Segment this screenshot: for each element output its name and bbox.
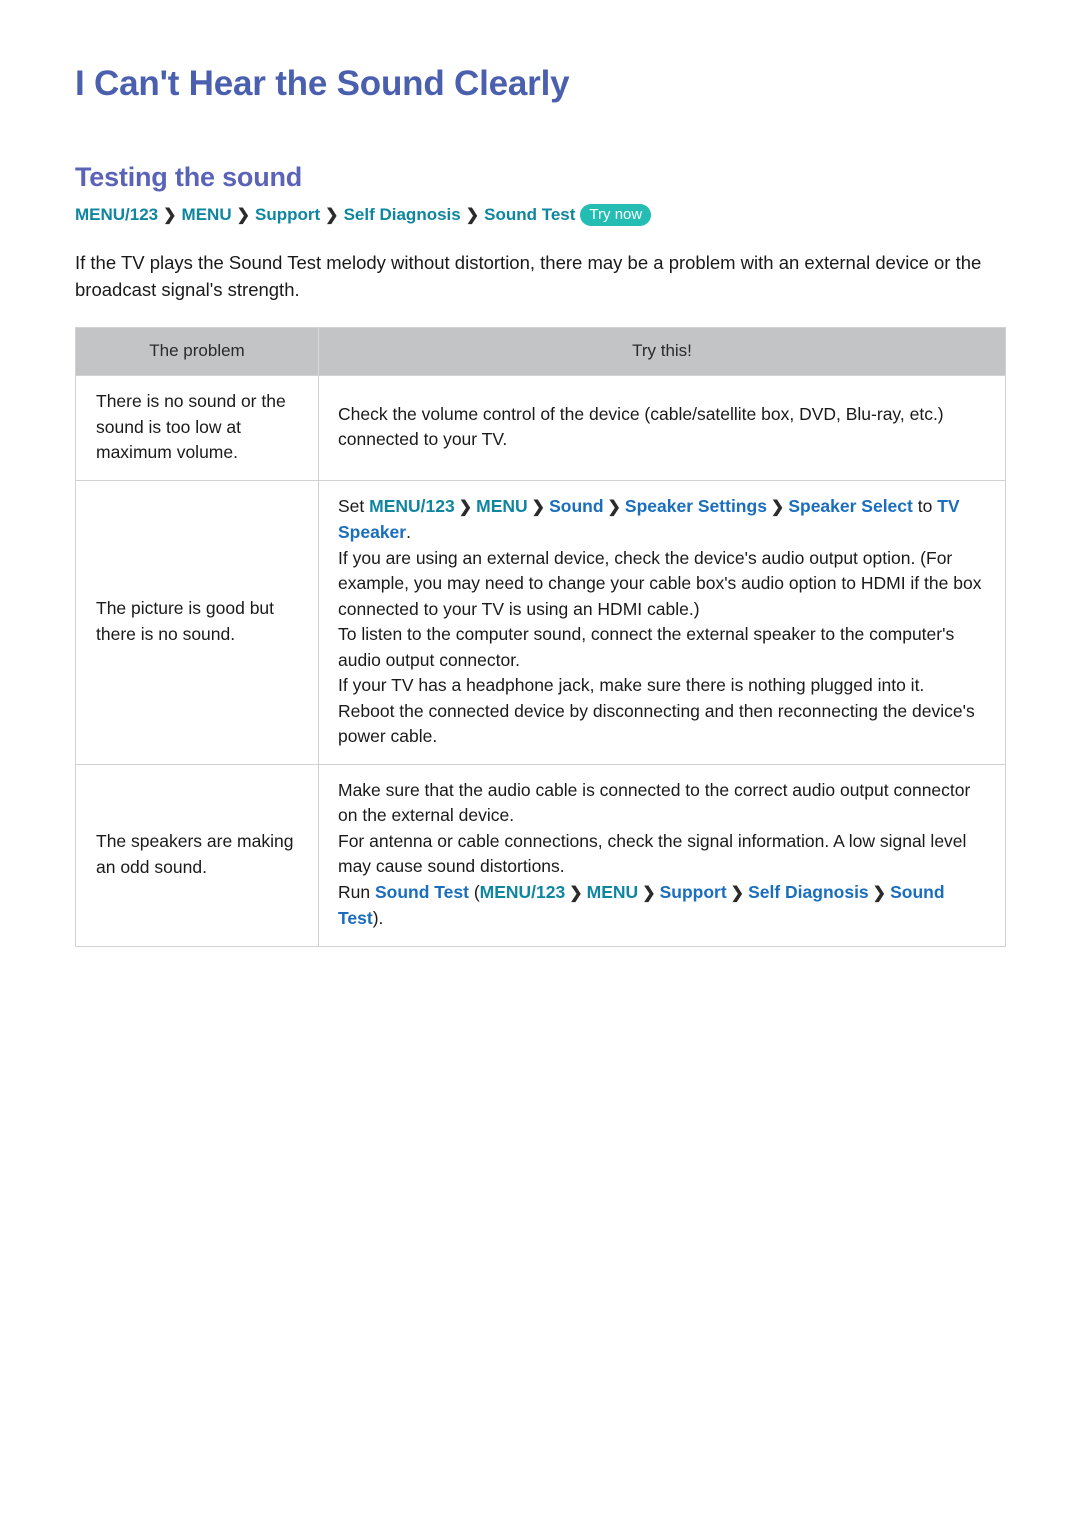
menu-path-separator-icon: ❯ xyxy=(569,884,583,902)
problem-cell: The picture is good but there is no soun… xyxy=(75,479,319,764)
problem-cell: There is no sound or the sound is too lo… xyxy=(75,375,319,480)
breadcrumb-item[interactable]: Self Diagnosis xyxy=(344,205,461,224)
troubleshooting-table: The problem Try this! There is no sound … xyxy=(75,327,1006,947)
menu-path-separator-icon: ❯ xyxy=(458,498,473,516)
breadcrumb-item[interactable]: Support xyxy=(255,205,320,224)
solution-line: Make sure that the audio cable is connec… xyxy=(338,779,971,826)
menu-path-token[interactable]: Sound Test xyxy=(375,882,469,902)
try-now-badge[interactable]: Try now xyxy=(580,204,652,226)
menu-path-token[interactable]: Support xyxy=(660,882,727,902)
document-page: I Can't Hear the Sound Clearly Testing t… xyxy=(0,0,1080,1527)
solution-line: Reboot the connected device by disconnec… xyxy=(338,700,975,747)
menu-path-token: ( xyxy=(468,881,480,902)
breadcrumb-separator-icon: ❯ xyxy=(236,207,251,224)
breadcrumb-item[interactable]: Sound Test xyxy=(484,205,575,224)
breadcrumb-separator-icon: ❯ xyxy=(465,207,480,224)
menu-path-token[interactable]: MENU/123 xyxy=(480,882,566,902)
solution-line: To listen to the computer sound, connect… xyxy=(338,624,955,670)
solution-line: If you are using an external device, che… xyxy=(338,547,982,619)
breadcrumb: MENU/123 ❯ MENU ❯ Support ❯ Self Diagnosis ❯ Sou… xyxy=(75,203,1005,228)
menu-path-line: Run Sound Test (MENU/123 ❯ MENU ❯ Support ❯ Se… xyxy=(338,880,985,932)
menu-path-token[interactable]: Sound xyxy=(549,496,603,516)
breadcrumb-item[interactable]: MENU/123 xyxy=(75,205,158,224)
section-title: Testing the sound xyxy=(75,162,303,192)
table-header-row: The problem Try this! xyxy=(75,327,1006,376)
solution-line: For antenna or cable connections, check … xyxy=(338,830,967,877)
menu-path-prefix: Set xyxy=(338,495,370,516)
menu-path-token: ). xyxy=(372,908,384,928)
menu-path-token[interactable]: Speaker Select xyxy=(788,496,913,516)
menu-path-prefix: Run xyxy=(338,881,375,902)
solution-line: Check the volume control of the device (… xyxy=(338,403,944,450)
menu-path-token[interactable]: MENU/123 xyxy=(369,496,455,516)
table-row: The picture is good but there is no soun… xyxy=(75,479,1006,764)
menu-path-line: Set MENU/123 ❯ MENU ❯ Sound ❯ Speaker Settings… xyxy=(338,494,985,546)
breadcrumb-item[interactable]: MENU xyxy=(182,205,232,224)
menu-path-separator-icon: ❯ xyxy=(607,498,621,516)
menu-path-token: to xyxy=(912,495,938,516)
menu-path-separator-icon: ❯ xyxy=(531,498,546,516)
solution-line: If your TV has a headphone jack, make su… xyxy=(338,675,925,695)
problem-cell: The speakers are making an odd sound. xyxy=(75,763,319,946)
menu-path-token[interactable]: Speaker Settings xyxy=(625,496,767,516)
breadcrumb-separator-icon: ❯ xyxy=(163,207,177,224)
table-body: There is no sound or the sound is too lo… xyxy=(75,375,1006,946)
table-row: There is no sound or the sound is too lo… xyxy=(75,375,1006,480)
menu-path-separator-icon: ❯ xyxy=(770,498,785,516)
menu-path-token[interactable]: Self Diagnosis xyxy=(748,882,869,902)
menu-path-separator-icon: ❯ xyxy=(872,884,887,902)
menu-path-separator-icon: ❯ xyxy=(730,884,745,902)
menu-path-separator-icon: ❯ xyxy=(642,884,656,902)
column-header-problem: The problem xyxy=(75,327,319,376)
solution-cell: Make sure that the audio cable is connec… xyxy=(318,763,1006,946)
menu-path-token: . xyxy=(406,522,411,542)
table-row: The speakers are making an odd sound. Mak… xyxy=(75,763,1006,946)
menu-path-token[interactable]: MENU xyxy=(587,882,639,902)
breadcrumb-separator-icon: ❯ xyxy=(325,207,339,224)
solution-cell: Check the volume control of the device (… xyxy=(318,375,1006,480)
menu-path-token[interactable]: MENU xyxy=(476,496,528,516)
column-header-try-this: Try this! xyxy=(318,327,1006,376)
solution-cell: Set MENU/123 ❯ MENU ❯ Sound ❯ Speaker Settings… xyxy=(318,479,1006,764)
page-title: I Can't Hear the Sound Clearly xyxy=(75,64,570,103)
intro-paragraph: If the TV plays the Sound Test melody wi… xyxy=(75,252,982,300)
